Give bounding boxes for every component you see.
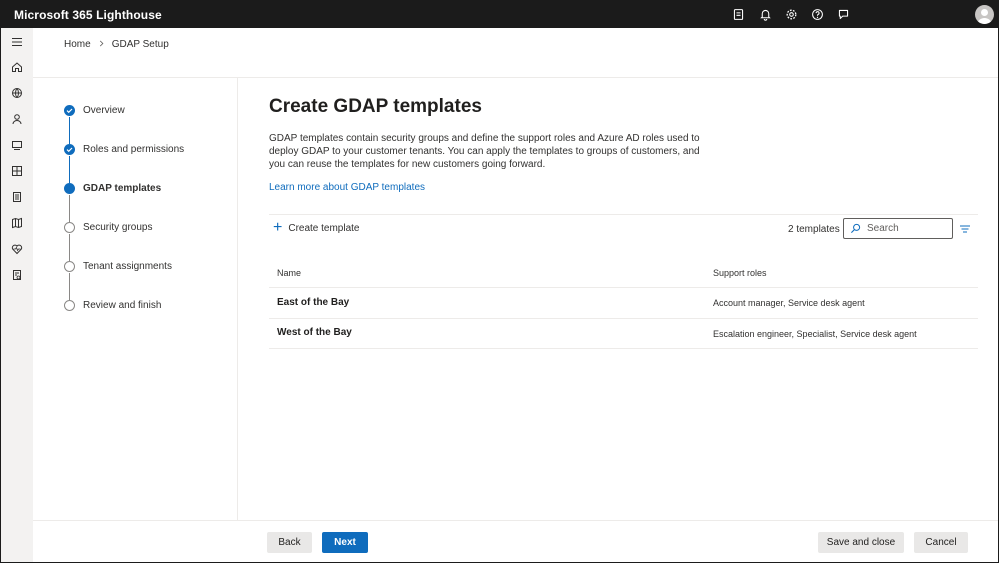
gear-icon[interactable] [783, 6, 800, 23]
step-security-groups[interactable]: Security groups [64, 222, 152, 233]
users-icon[interactable] [8, 110, 26, 128]
step-overview[interactable]: Overview [64, 105, 125, 116]
step-label: Security groups [83, 222, 153, 233]
search-input[interactable] [867, 223, 937, 234]
back-button[interactable]: Back [267, 532, 312, 553]
feedback-list-icon[interactable] [730, 6, 747, 23]
chat-feedback-icon[interactable] [835, 6, 852, 23]
learn-more-link[interactable]: Learn more about GDAP templates [269, 182, 425, 193]
footer-divider [33, 520, 998, 521]
search-icon [850, 223, 861, 234]
step-connector [69, 156, 70, 183]
step-tenant-assignments[interactable]: Tenant assignments [64, 261, 172, 272]
save-and-close-button[interactable]: Save and close [818, 532, 904, 553]
step-connector [69, 273, 70, 300]
step-review-and-finish[interactable]: Review and finish [64, 300, 161, 311]
step-label: Tenant assignments [83, 261, 172, 272]
template-support-roles: Account manager, Service desk agent [713, 298, 865, 308]
template-name[interactable]: West of the Bay [277, 327, 352, 338]
tenants-globe-icon[interactable] [8, 84, 26, 102]
row-divider [269, 287, 978, 288]
filter-list-icon[interactable] [958, 222, 972, 236]
current-step-dot-icon [64, 183, 75, 194]
template-name[interactable]: East of the Bay [277, 297, 349, 308]
create-template-button[interactable]: + Create template [273, 219, 360, 236]
home-icon[interactable] [8, 58, 26, 76]
template-support-roles: Escalation engineer, Specialist, Service… [713, 329, 917, 339]
step-connector [69, 234, 70, 261]
step-label: Review and finish [83, 300, 162, 311]
avatar[interactable] [975, 5, 994, 24]
top-bar: Microsoft 365 Lighthouse [1, 1, 998, 28]
step-label: Roles and permissions [83, 144, 185, 155]
bell-icon[interactable] [757, 6, 774, 23]
next-button[interactable]: Next [322, 532, 368, 553]
app-title[interactable]: Microsoft 365 Lighthouse [14, 8, 162, 22]
row-divider [269, 348, 978, 349]
checkmark-icon [64, 144, 75, 155]
reports-icon[interactable] [8, 188, 26, 206]
health-heart-icon[interactable] [8, 240, 26, 258]
template-count: 2 templates [788, 224, 840, 235]
step-connector [69, 195, 70, 222]
breadcrumb: Home GDAP Setup [64, 39, 169, 50]
step-label: GDAP templates [83, 183, 162, 194]
step-gdap-templates[interactable]: GDAP templates [64, 183, 161, 194]
column-header-support-roles[interactable]: Support roles [713, 268, 767, 278]
dashboard-icon[interactable] [8, 162, 26, 180]
pending-step-circle-icon [64, 261, 75, 272]
audit-log-icon[interactable] [8, 266, 26, 284]
page-title: Create GDAP templates [269, 96, 482, 117]
cancel-button[interactable]: Cancel [914, 532, 968, 553]
create-template-label: Create template [288, 222, 360, 234]
step-connector [69, 117, 70, 144]
app-window: Microsoft 365 Lighthouse Home GDAP Setup… [0, 0, 999, 563]
breadcrumb-home[interactable]: Home [64, 39, 91, 50]
checkmark-icon [64, 105, 75, 116]
command-bar-divider [269, 214, 978, 215]
chevron-right-icon [98, 39, 105, 50]
breadcrumb-current: GDAP Setup [111, 39, 169, 50]
search-box[interactable] [843, 218, 953, 239]
pending-step-circle-icon [64, 300, 75, 311]
left-nav-rail [1, 28, 33, 562]
devices-icon[interactable] [8, 136, 26, 154]
header-divider [33, 77, 998, 78]
pending-step-circle-icon [64, 222, 75, 233]
column-header-name[interactable]: Name [277, 268, 301, 278]
hamburger-icon[interactable] [8, 33, 26, 51]
steps-divider [237, 78, 238, 521]
map-icon[interactable] [8, 214, 26, 232]
plus-icon: + [273, 219, 283, 236]
row-divider [269, 318, 978, 319]
page-description: GDAP templates contain security groups a… [269, 133, 700, 170]
step-roles-and-permissions[interactable]: Roles and permissions [64, 144, 184, 155]
step-label: Overview [83, 105, 125, 116]
help-icon[interactable] [809, 6, 826, 23]
